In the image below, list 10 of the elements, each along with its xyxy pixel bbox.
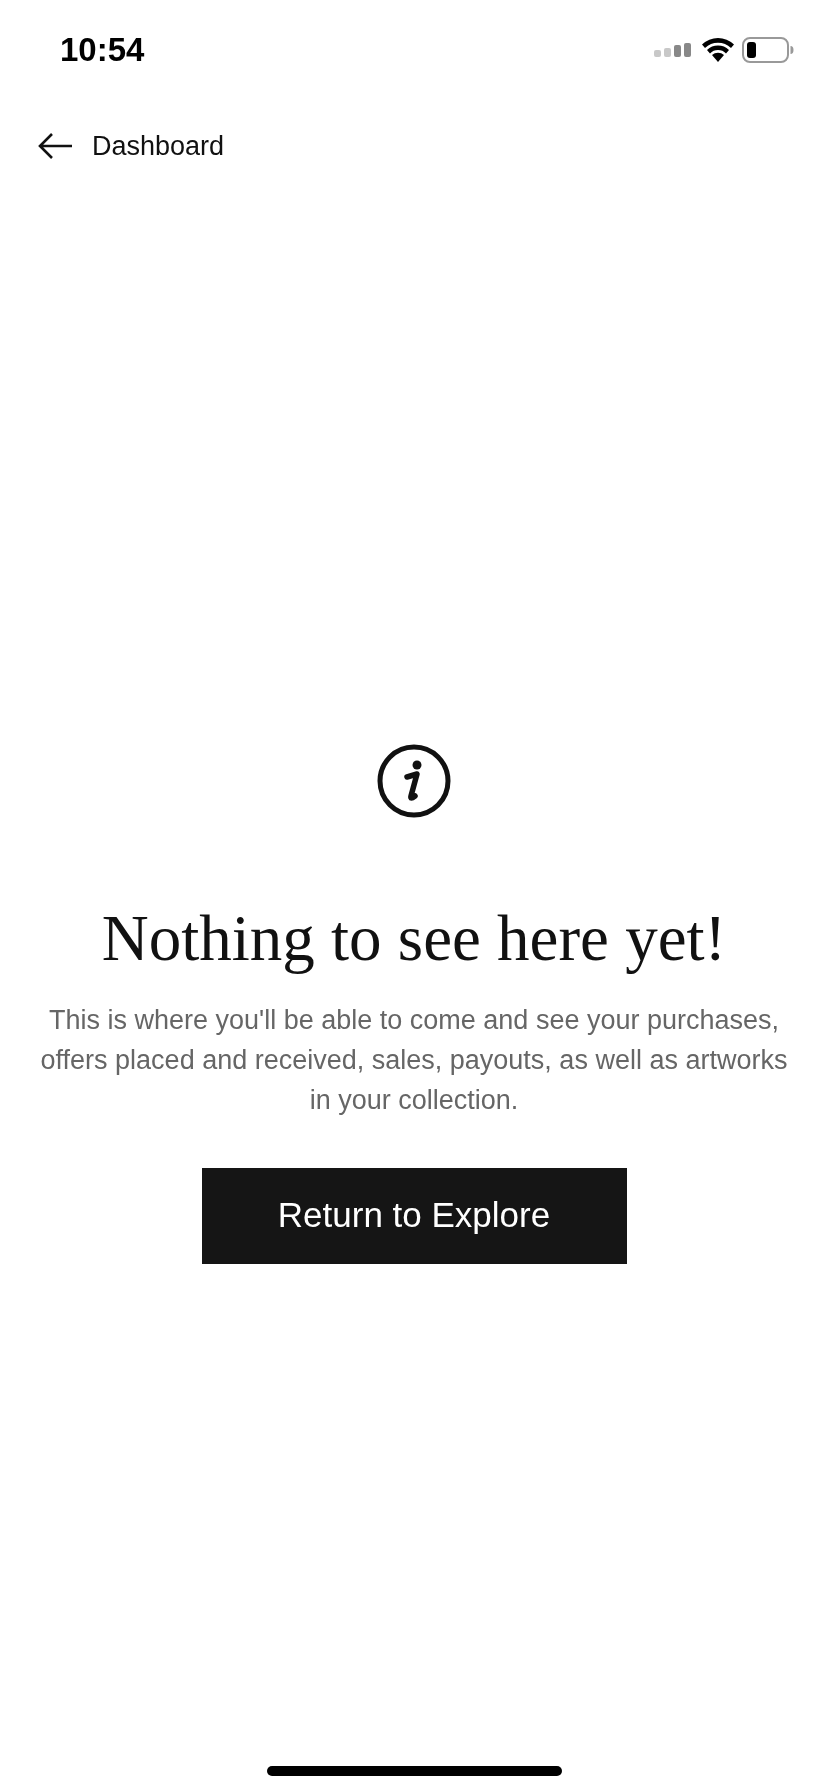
return-button[interactable]: Return to Explore — [201, 1167, 627, 1264]
signal-icon — [654, 43, 694, 57]
back-arrow-icon — [38, 132, 74, 161]
empty-state-title: Nothing to see here yet! — [101, 900, 727, 976]
info-icon — [377, 743, 451, 818]
battery-icon — [742, 37, 794, 63]
status-time: 10:54 — [60, 30, 145, 71]
back-button[interactable]: Dashboard — [38, 126, 225, 167]
wifi-icon — [702, 38, 734, 62]
empty-state-message: This is where you'll be able to come and see your purchases, offers placed and received, sales, payouts, as well as artworks in your collection. — [39, 1003, 789, 1117]
